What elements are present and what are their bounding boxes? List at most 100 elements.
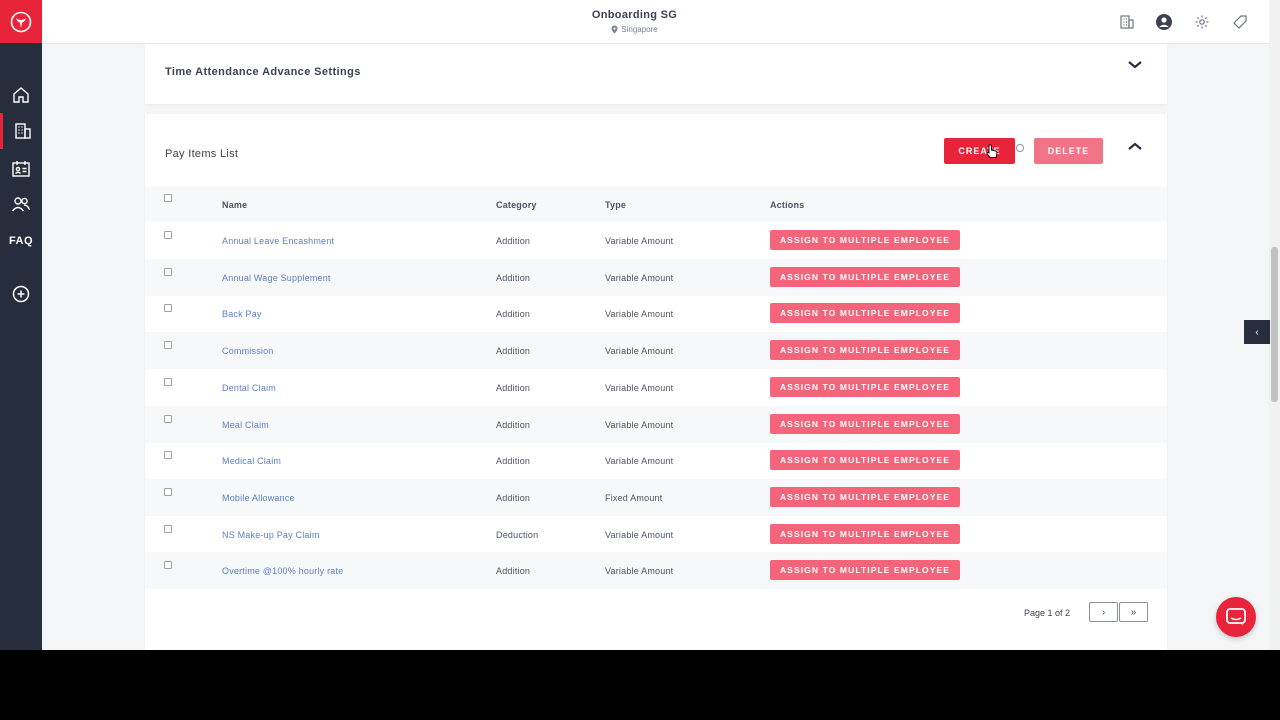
sidebar-item-faq[interactable]: FAQ: [0, 223, 42, 259]
delete-button[interactable]: DELETE: [1034, 138, 1103, 164]
select-all-checkbox[interactable]: [164, 194, 172, 202]
company-switch-button[interactable]: [1118, 13, 1136, 31]
assign-to-multiple-employee-button[interactable]: ASSIGN TO MULTIPLE EMPLOYEE: [770, 230, 960, 250]
pay-item-type: Variable Amount: [605, 456, 674, 467]
pay-item-category: Addition: [496, 382, 531, 393]
pay-item-type: Fixed Amount: [605, 492, 663, 503]
header-name[interactable]: Name: [222, 200, 247, 210]
pay-item-category: Addition: [496, 236, 531, 246]
location-pin-icon: [611, 25, 618, 34]
pay-item-name[interactable]: Annual Leave Encashment: [222, 236, 334, 246]
pay-item-type: Variable Amount: [605, 382, 674, 393]
pay-item-name[interactable]: Commission: [222, 346, 274, 356]
row-checkbox[interactable]: [164, 487, 172, 496]
pay-item-type: Variable Amount: [605, 566, 674, 577]
header-actions: Actions: [770, 200, 805, 210]
pay-item-name[interactable]: Annual Wage Supplement: [222, 273, 331, 283]
home-icon: [13, 87, 29, 103]
pay-item-type: Variable Amount: [605, 272, 674, 283]
time-attendance-title: Time Attendance Advance Settings: [165, 66, 361, 78]
pay-item-category: Addition: [496, 346, 531, 357]
top-bar: Onboarding SG Singapore: [42, 0, 1269, 44]
pay-item-name[interactable]: Medical Claim: [222, 456, 281, 466]
assign-to-multiple-employee-button[interactable]: ASSIGN TO MULTIPLE EMPLOYEE: [770, 450, 960, 471]
plus-circle-icon: [12, 285, 30, 303]
pay-item-name[interactable]: Back Pay: [222, 309, 262, 319]
assign-to-multiple-employee-button[interactable]: ASSIGN TO MULTIPLE EMPLOYEE: [770, 560, 960, 581]
building-icon: [1120, 15, 1134, 29]
table-row: Commission Addition Variable Amount ASSIGN …: [145, 332, 1167, 370]
sidebar-item-company[interactable]: [0, 113, 42, 149]
row-checkbox[interactable]: [164, 524, 172, 533]
pay-item-type: Variable Amount: [605, 309, 674, 320]
notifications-button[interactable]: [1231, 13, 1249, 31]
row-checkbox[interactable]: [164, 341, 172, 350]
gear-icon: [1195, 15, 1209, 29]
assign-to-multiple-employee-button[interactable]: ASSIGN TO MULTIPLE EMPLOYEE: [770, 486, 960, 507]
page-info: Page 1 of 2: [1024, 608, 1071, 618]
side-panel-toggle[interactable]: ‹: [1244, 320, 1270, 344]
table-row: Overtime @100% hourly rate Addition Variab…: [145, 552, 1167, 590]
table-row: NS Make-up Pay Claim Deduction Variable Am…: [145, 516, 1167, 553]
sidebar-item-home[interactable]: [0, 77, 42, 113]
settings-button[interactable]: [1193, 13, 1211, 31]
pay-items-panel: Pay Items List CREATE DELETE Name Catego…: [145, 114, 1167, 650]
profile-button[interactable]: [1155, 13, 1173, 31]
pay-item-category: Addition: [496, 309, 531, 320]
header-category[interactable]: Category: [496, 200, 537, 210]
company-name[interactable]: Onboarding SG: [42, 9, 1227, 21]
row-checkbox[interactable]: [164, 231, 172, 239]
users-icon: [11, 197, 31, 212]
row-checkbox[interactable]: [164, 451, 172, 460]
pay-item-type: Variable Amount: [605, 419, 674, 430]
row-checkbox[interactable]: [164, 267, 172, 276]
chat-button[interactable]: [1216, 597, 1256, 637]
create-button[interactable]: CREATE: [944, 138, 1015, 164]
row-checkbox[interactable]: [164, 561, 172, 570]
page-scrollbar[interactable]: [1269, 0, 1280, 650]
pay-item-category: Addition: [496, 272, 531, 283]
next-page-button[interactable]: ›: [1089, 602, 1118, 622]
logo-icon: [10, 11, 32, 32]
status-indicator: [1016, 144, 1024, 152]
time-attendance-panel: Time Attendance Advance Settings: [145, 44, 1167, 104]
chevron-up-icon[interactable]: [1127, 140, 1143, 152]
header-type[interactable]: Type: [605, 200, 626, 210]
chevron-down-icon[interactable]: [1127, 59, 1143, 71]
pay-item-name[interactable]: NS Make-up Pay Claim: [222, 530, 320, 540]
app-viewport: FAQ Onboarding SG Singapore Time Attenda…: [0, 0, 1280, 650]
table-row: Back Pay Addition Variable Amount ASSIGN TO…: [145, 295, 1167, 332]
assign-to-multiple-employee-button[interactable]: ASSIGN TO MULTIPLE EMPLOYEE: [770, 523, 960, 544]
id-card-icon: [12, 161, 30, 177]
row-checkbox[interactable]: [164, 414, 172, 423]
tag-icon: [1233, 15, 1247, 29]
brand-logo[interactable]: [0, 0, 42, 43]
pay-item-name[interactable]: Dental Claim: [222, 383, 276, 393]
last-page-button[interactable]: »: [1119, 602, 1148, 622]
row-checkbox[interactable]: [164, 304, 172, 313]
pay-item-name[interactable]: Overtime @100% hourly rate: [222, 566, 343, 576]
table-row: Annual Leave Encashment Addition Variable …: [145, 222, 1167, 259]
pay-item-type: Variable Amount: [605, 346, 674, 357]
assign-to-multiple-employee-button[interactable]: ASSIGN TO MULTIPLE EMPLOYEE: [770, 340, 960, 361]
sidebar-item-users[interactable]: [0, 186, 42, 222]
table-row: Dental Claim Addition Variable Amount ASSIG…: [145, 369, 1167, 406]
pay-item-name[interactable]: Meal Claim: [222, 420, 269, 430]
pay-item-name[interactable]: Mobile Allowance: [222, 493, 295, 503]
sidebar-item-add[interactable]: [0, 276, 42, 312]
table-row: Medical Claim Addition Variable Amount ASSI…: [145, 442, 1167, 479]
assign-to-multiple-employee-button[interactable]: ASSIGN TO MULTIPLE EMPLOYEE: [770, 303, 960, 324]
sidebar: FAQ: [0, 0, 42, 650]
assign-to-multiple-employee-button[interactable]: ASSIGN TO MULTIPLE EMPLOYEE: [770, 413, 960, 434]
pay-item-type: Variable Amount: [605, 529, 674, 540]
assign-to-multiple-employee-button[interactable]: ASSIGN TO MULTIPLE EMPLOYEE: [770, 266, 960, 287]
row-checkbox[interactable]: [164, 377, 172, 386]
pay-item-category: Addition: [496, 566, 531, 577]
pay-item-category: Deduction: [496, 529, 539, 540]
table-row: Mobile Allowance Addition Fixed Amount ASSI…: [145, 478, 1167, 516]
assign-to-multiple-employee-button[interactable]: ASSIGN TO MULTIPLE EMPLOYEE: [770, 376, 960, 397]
hand-cursor-icon: [986, 144, 998, 158]
scrollbar-thumb[interactable]: [1271, 247, 1278, 402]
sidebar-item-employee-card[interactable]: [0, 151, 42, 187]
company-location: Singapore: [42, 25, 1227, 34]
